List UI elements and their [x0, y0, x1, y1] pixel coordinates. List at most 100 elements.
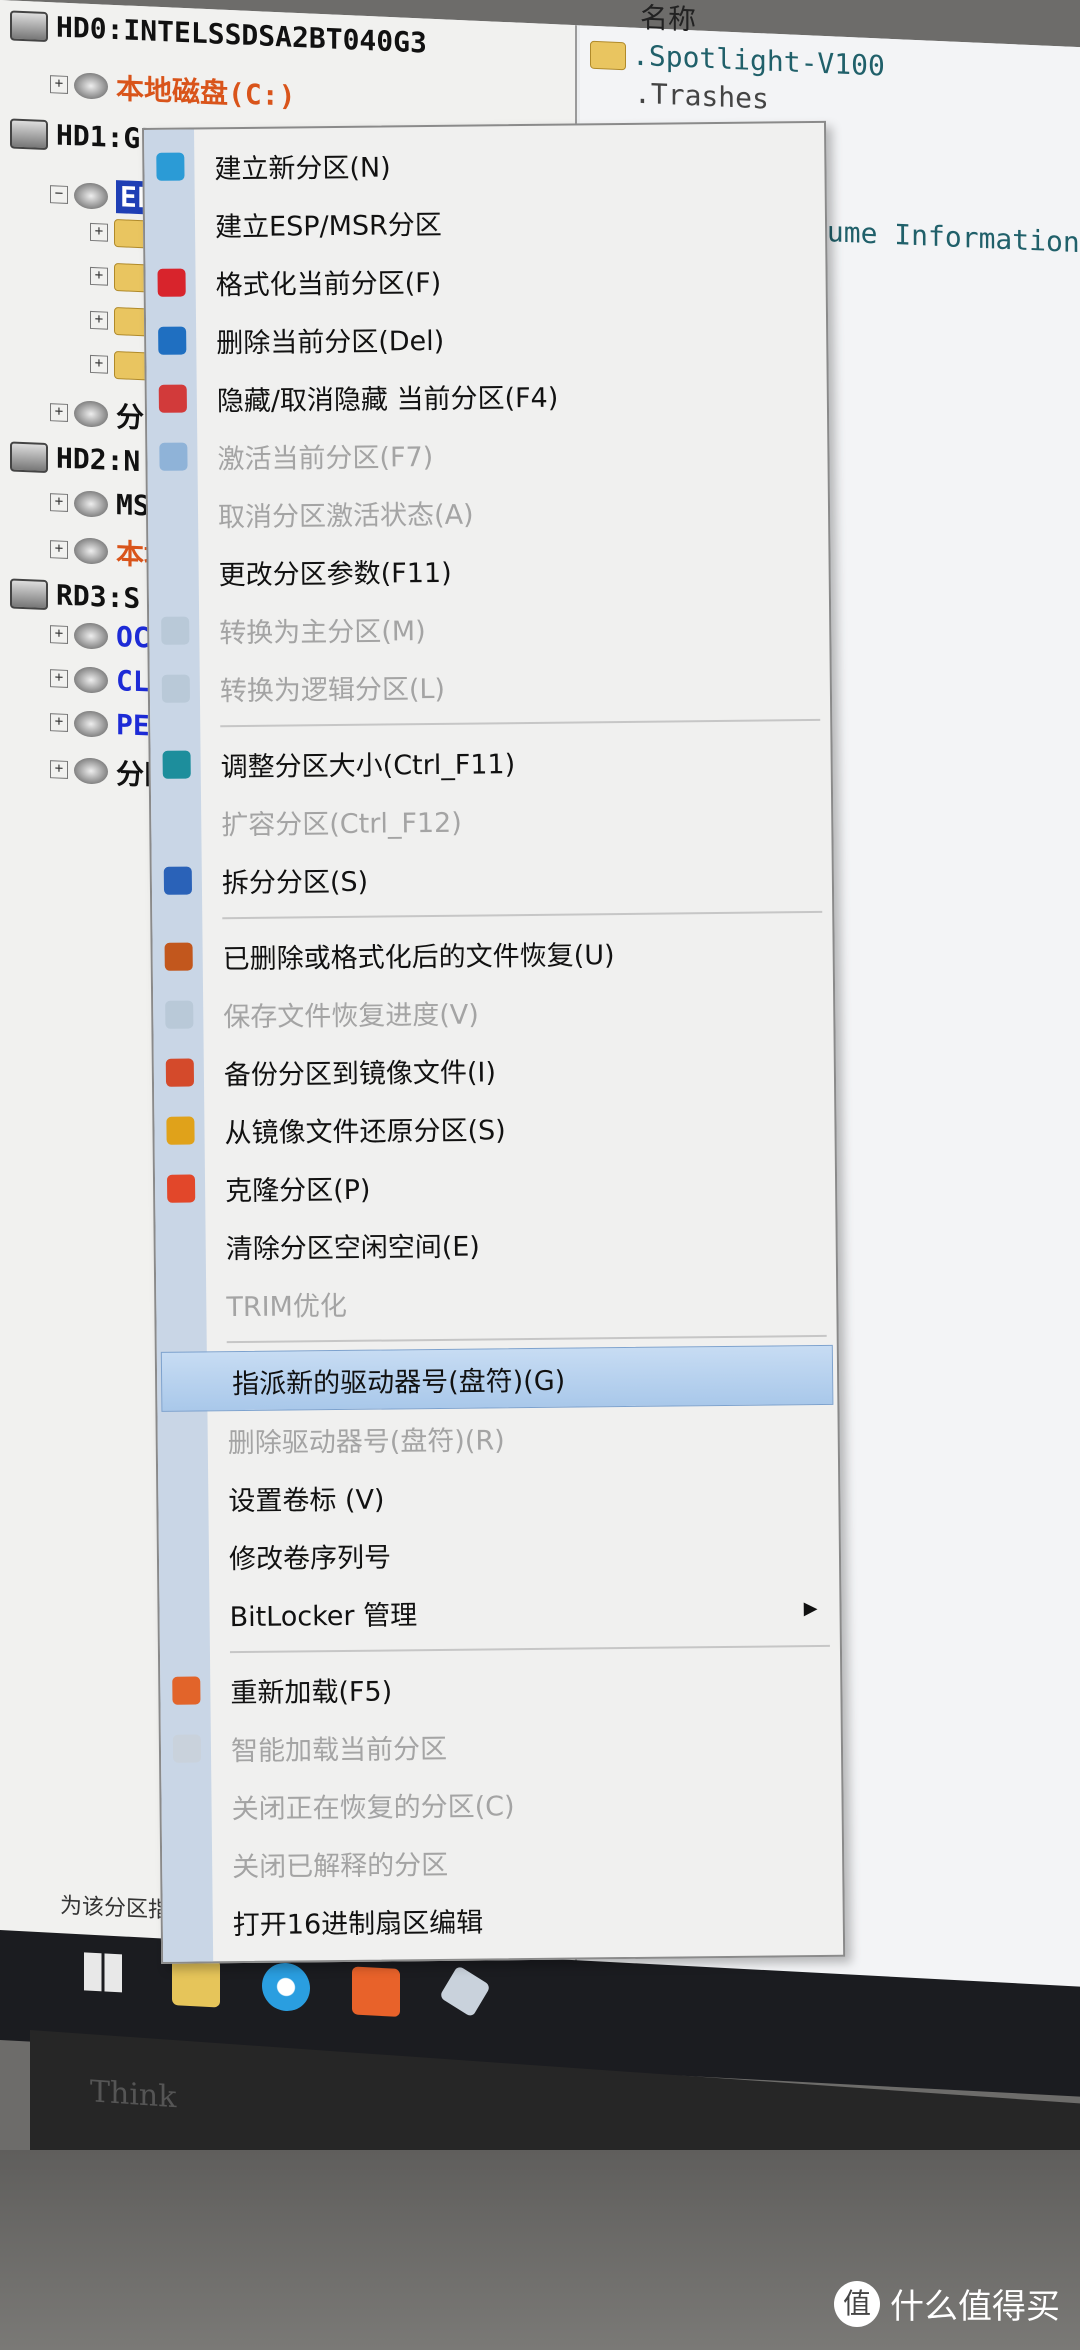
menu-item: 关闭正在恢复的分区(C) — [161, 1771, 842, 1836]
menu-item-label: 重新加载(F5) — [230, 1675, 393, 1709]
menu-item-label: 保存文件恢复进度(V) — [223, 999, 480, 1033]
smart-load-icon — [172, 1734, 202, 1763]
convert-logical-icon — [161, 674, 191, 703]
menu-item-label: BitLocker 管理 — [229, 1599, 418, 1633]
menu-item-label: 调整分区大小(Ctrl_F11) — [220, 748, 516, 783]
tree-node-disk[interactable]: HD0:INTELSSDSA2BT040G3 — [10, 8, 427, 60]
expand-toggle[interactable]: + — [90, 354, 108, 374]
diskgenius-icon[interactable] — [352, 1966, 400, 2017]
menu-item-label: 更改分区参数(F11) — [218, 557, 452, 591]
menu-item-label: 智能加载当前分区 — [230, 1733, 448, 1767]
tree-node-vol[interactable]: + 本地磁盘(C:) — [50, 64, 295, 115]
expand-toggle[interactable]: + — [90, 310, 108, 330]
partition-icon — [74, 72, 108, 100]
menu-item[interactable]: 建立新分区(N) — [144, 131, 825, 196]
file-item[interactable]: .Trashes — [634, 77, 769, 116]
menu-item[interactable]: 备份分区到镜像文件(I) — [154, 1037, 835, 1102]
menu-separator — [229, 1644, 830, 1654]
tree-node-label: HD0:INTELSSDSA2BT040G3 — [56, 10, 427, 60]
menu-item[interactable]: 克隆分区(P) — [155, 1153, 836, 1218]
expand-toggle[interactable]: + — [90, 222, 108, 242]
reload-icon — [172, 1676, 201, 1705]
menu-item-label: 建立新分区(N) — [214, 151, 391, 185]
menu-item[interactable]: 打开16进制扇区编辑 — [162, 1887, 843, 1952]
hard-disk-icon — [10, 577, 48, 610]
partition-icon — [74, 709, 108, 738]
menu-item-label: 删除当前分区(Del) — [216, 325, 445, 359]
app-icon[interactable] — [439, 1965, 491, 2018]
tree-node-vol[interactable]: + OC — [50, 617, 150, 655]
menu-item[interactable]: 设置卷标 (V) — [158, 1463, 839, 1528]
menu-item-label: 隐藏/取消隐藏 当前分区(F4) — [216, 382, 559, 417]
watermark-logo: 值 — [834, 2280, 880, 2327]
menu-item[interactable]: 调整分区大小(Ctrl_F11) — [150, 729, 831, 794]
menu-item[interactable]: 重新加载(F5) — [160, 1655, 841, 1720]
menu-item-label: 从镜像文件还原分区(S) — [224, 1114, 506, 1149]
menu-item: 智能加载当前分区 — [161, 1713, 842, 1778]
partition-icon — [74, 181, 108, 210]
menu-item-label: 扩容分区(Ctrl_F12) — [221, 807, 462, 841]
menu-item-label: 关闭已解释的分区 — [232, 1849, 449, 1883]
recover-icon — [164, 942, 193, 971]
restore-icon — [166, 1116, 195, 1145]
partition-icon — [74, 665, 108, 694]
expand-toggle[interactable]: + — [50, 75, 68, 94]
menu-item-label: 指派新的驱动器号(盘符)(G) — [231, 1365, 566, 1400]
column-header-name[interactable]: 名称 — [640, 1, 696, 36]
menu-item[interactable]: 隐藏/取消隐藏 当前分区(F4) — [147, 363, 828, 428]
internet-explorer-icon[interactable] — [262, 1961, 310, 2013]
hard-disk-icon — [10, 117, 48, 150]
menu-item: 关闭已解释的分区 — [162, 1829, 843, 1894]
file-item[interactable]: lume Information — [810, 214, 1080, 259]
expand-toggle[interactable]: + — [90, 266, 108, 286]
expand-toggle[interactable]: + — [50, 492, 68, 512]
menu-item-label: 修改卷序列号 — [228, 1541, 392, 1575]
file-explorer-icon[interactable] — [172, 1957, 220, 2008]
tree-node-label: HD2:N — [56, 441, 141, 479]
convert-primary-icon — [161, 616, 190, 645]
resize-icon — [162, 750, 191, 779]
partition-icon — [74, 757, 108, 785]
menu-item-label: 备份分区到镜像文件(I) — [223, 1056, 497, 1091]
menu-item-label: 删除驱动器号(盘符)(R) — [227, 1424, 505, 1459]
partition-icon — [74, 489, 108, 518]
menu-item[interactable]: 格式化当前分区(F) — [145, 247, 826, 312]
menu-item[interactable]: 更改分区参数(F11) — [148, 537, 829, 602]
clone-icon — [166, 1174, 196, 1203]
menu-item: 取消分区激活状态(A) — [148, 479, 829, 544]
menu-item[interactable]: 已删除或格式化后的文件恢复(U) — [152, 921, 833, 986]
menu-separator — [222, 910, 823, 920]
watermark: 值 什么值得买 — [834, 2279, 1060, 2328]
menu-item-label: 取消分区激活状态(A) — [217, 499, 474, 533]
expand-toggle[interactable]: + — [50, 624, 68, 644]
menu-item[interactable]: 删除当前分区(Del) — [146, 305, 827, 370]
menu-item[interactable]: 拆分分区(S) — [152, 845, 833, 910]
expand-toggle[interactable]: + — [50, 668, 68, 688]
tree-node-vol[interactable]: + PE — [50, 705, 150, 743]
tree-node-disk[interactable]: HD2:N — [10, 439, 140, 478]
expand-toggle[interactable]: + — [50, 403, 68, 422]
menu-item[interactable]: 修改卷序列号 — [159, 1521, 840, 1586]
partition-icon — [74, 621, 108, 650]
expand-toggle[interactable]: + — [50, 712, 68, 732]
tree-node-disk[interactable]: RD3:S — [10, 576, 140, 615]
expand-toggle[interactable]: + — [50, 540, 68, 559]
expand-toggle[interactable]: + — [50, 760, 68, 779]
partition-icon — [74, 400, 108, 428]
menu-item[interactable]: 从镜像文件还原分区(S) — [154, 1095, 835, 1160]
menu-item[interactable]: 指派新的驱动器号(盘符)(G) — [160, 1344, 834, 1412]
menu-item-label: 建立ESP/MSR分区 — [214, 209, 442, 243]
expand-toggle[interactable]: − — [50, 184, 68, 204]
split-icon — [163, 866, 193, 895]
menu-item[interactable]: BitLocker 管理 ▶ — [159, 1579, 840, 1644]
menu-item-label: 关闭正在恢复的分区(C) — [231, 1790, 515, 1825]
menu-item-label: 清除分区空闲空间(E) — [225, 1231, 481, 1265]
menu-separator — [226, 1334, 827, 1344]
watermark-text: 什么值得买 — [890, 2287, 1060, 2327]
menu-item[interactable]: 清除分区空闲空间(E) — [155, 1211, 836, 1276]
backup-icon — [165, 1058, 195, 1087]
hard-disk-icon — [10, 9, 48, 42]
save-progress-icon — [165, 1000, 194, 1029]
windows-start-icon[interactable] — [84, 1952, 122, 1993]
menu-item[interactable]: 建立ESP/MSR分区 — [145, 189, 826, 254]
